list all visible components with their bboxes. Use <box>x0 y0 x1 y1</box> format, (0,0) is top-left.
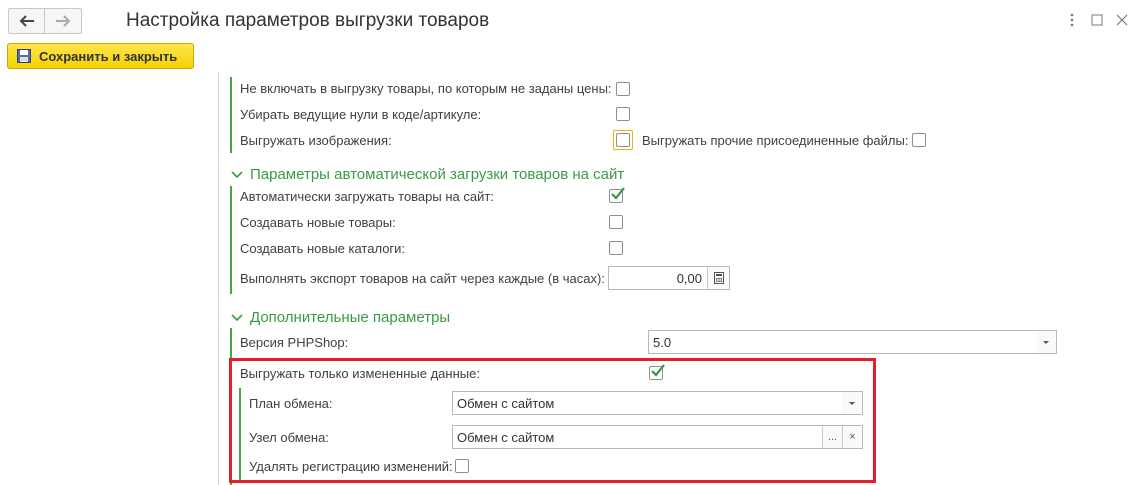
auto-upload-group-bar <box>230 186 232 294</box>
version-dropdown-button[interactable] <box>1036 331 1056 353</box>
back-arrow-icon <box>19 15 34 27</box>
form-panel-border <box>218 72 219 485</box>
interval-field[interactable]: 0,00 <box>608 266 730 290</box>
close-icon[interactable] <box>1111 9 1133 31</box>
more-vertical-icon[interactable] <box>1061 9 1083 31</box>
export-images-label: Выгружать изображения: <box>240 133 392 148</box>
version-value: 5.0 <box>653 334 672 350</box>
floppy-disk-icon <box>17 49 31 63</box>
version-select[interactable]: 5.0 <box>648 330 1057 354</box>
maximize-icon[interactable] <box>1086 9 1108 31</box>
navigation-buttons <box>8 8 82 34</box>
calculator-icon <box>713 272 724 284</box>
page-title: Настройка параметров выгрузки товаров <box>126 10 490 31</box>
export-images-checkbox[interactable] <box>613 130 633 150</box>
create-catalogs-label: Создавать новые каталоги: <box>240 241 406 256</box>
version-label: Версия PHPShop: <box>240 335 349 350</box>
auto-upload-label: Автоматически загружать товары на сайт: <box>240 189 494 204</box>
export-other-files-label: Выгружать прочие присоединенные файлы: <box>642 133 909 148</box>
forward-arrow-icon <box>56 15 71 27</box>
create-goods-checkbox[interactable] <box>609 215 623 229</box>
interval-value: 0,00 <box>676 270 702 286</box>
no-price-checkbox[interactable] <box>616 82 630 96</box>
create-catalogs-checkbox[interactable] <box>609 241 623 255</box>
general-group-bar <box>230 77 232 153</box>
create-goods-label: Создавать новые товары: <box>240 215 396 230</box>
chevron-down-icon[interactable] <box>231 313 243 323</box>
calculator-button[interactable] <box>707 267 729 289</box>
export-other-files-checkbox[interactable] <box>912 133 926 147</box>
auto-upload-checkbox[interactable] <box>609 187 625 203</box>
chevron-down-icon[interactable] <box>231 170 243 180</box>
checkmark-icon <box>611 187 625 200</box>
strip-zeros-checkbox[interactable] <box>616 107 630 121</box>
auto-upload-header[interactable]: Параметры автоматической загрузки товаро… <box>250 166 624 184</box>
save-and-close-button[interactable]: Сохранить и закрыть <box>7 43 194 69</box>
extra-params-header[interactable]: Дополнительные параметры <box>250 309 450 327</box>
save-and-close-label: Сохранить и закрыть <box>39 48 178 64</box>
strip-zeros-label: Убирать ведущие нули в коде/артикуле: <box>240 107 482 122</box>
back-button[interactable] <box>9 9 45 33</box>
highlight-frame <box>229 358 876 483</box>
forward-button[interactable] <box>45 9 81 33</box>
interval-label: Выполнять экспорт товаров на сайт через … <box>240 271 605 286</box>
dropdown-arrow-icon <box>1043 340 1049 344</box>
no-price-label: Не включать в выгрузку товары, по которы… <box>240 81 612 96</box>
